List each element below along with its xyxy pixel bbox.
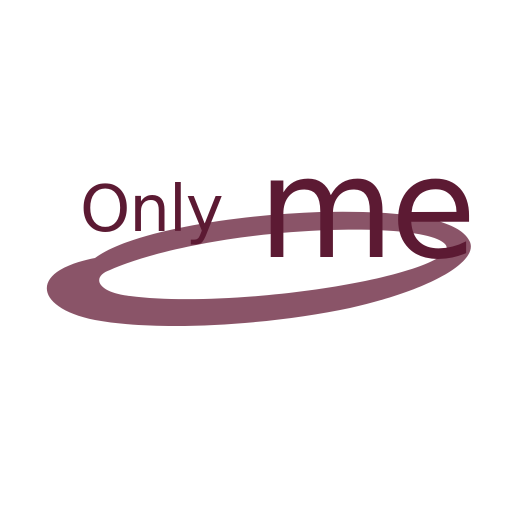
logo-canvas: Only me <box>0 0 512 512</box>
logo-word-only: Only <box>80 173 224 247</box>
logo-word-me: me <box>258 128 477 291</box>
